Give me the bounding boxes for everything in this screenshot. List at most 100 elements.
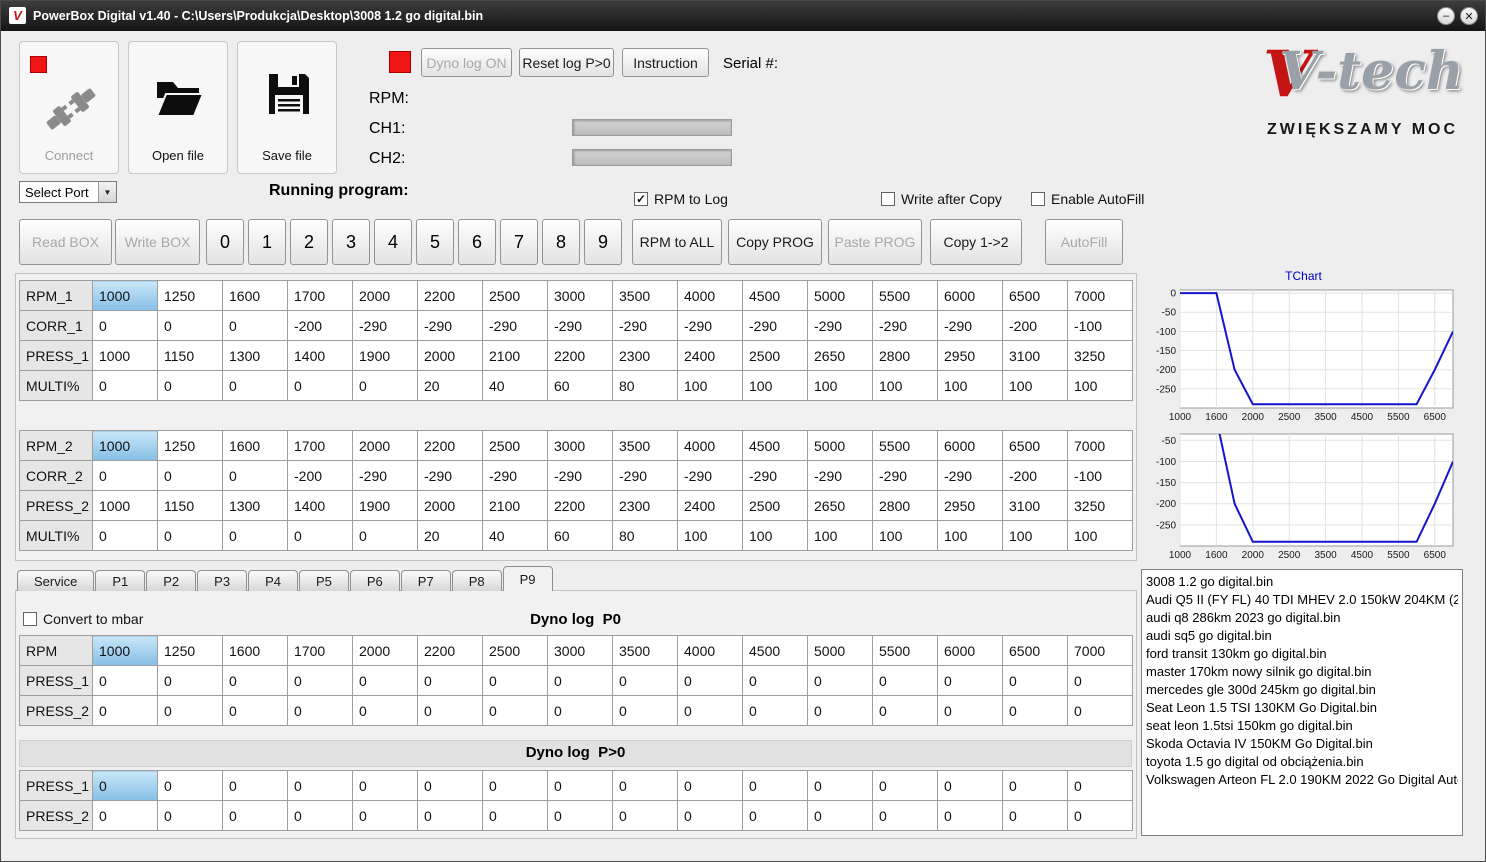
grid-cell[interactable]: 2000 (417, 490, 483, 521)
grid-cell[interactable]: 2500 (742, 490, 808, 521)
grid-cell[interactable]: 2500 (482, 280, 548, 311)
grid-cell[interactable]: -290 (807, 460, 873, 491)
grid-cell[interactable]: 0 (157, 460, 223, 491)
grid-cell[interactable]: 0 (157, 800, 223, 831)
grid-cell[interactable]: 20 (417, 370, 483, 401)
grid-cell[interactable]: 20 (417, 520, 483, 551)
grid-cell[interactable]: 0 (352, 520, 418, 551)
grid-cell[interactable]: -290 (742, 310, 808, 341)
grid-cell[interactable]: 0 (742, 770, 808, 801)
instruction-button[interactable]: Instruction (622, 48, 709, 77)
grid-cell[interactable]: 1150 (157, 490, 223, 521)
grid-cell[interactable]: -290 (352, 310, 418, 341)
autofill-button[interactable]: AutoFill (1045, 219, 1123, 265)
enable-autofill-checkbox[interactable]: Enable AutoFill (1031, 191, 1144, 207)
grid-cell[interactable]: 0 (92, 310, 158, 341)
digit-5-button[interactable]: 5 (416, 219, 454, 265)
grid-cell[interactable]: -290 (612, 460, 678, 491)
grid-cell[interactable]: 3500 (612, 635, 678, 666)
grid-cell[interactable]: -100 (1067, 460, 1133, 491)
grid-cell[interactable]: 3250 (1067, 490, 1133, 521)
grid-cell[interactable]: 0 (1002, 770, 1068, 801)
grid-cell[interactable]: 5000 (807, 635, 873, 666)
grid-cell[interactable]: -290 (677, 460, 743, 491)
grid-cell[interactable]: 100 (872, 520, 938, 551)
grid-cell[interactable]: -290 (872, 310, 938, 341)
grid-cell[interactable]: 2800 (872, 490, 938, 521)
grid-cell[interactable]: 2200 (547, 340, 613, 371)
grid-cell[interactable]: 1250 (157, 430, 223, 461)
grid-cell[interactable]: 0 (352, 695, 418, 726)
grid-cell[interactable]: 2200 (547, 490, 613, 521)
grid-cell[interactable]: 100 (807, 370, 873, 401)
grid-cell[interactable]: 1000 (92, 490, 158, 521)
grid-cell[interactable]: 0 (417, 695, 483, 726)
grid-cell[interactable]: 0 (352, 800, 418, 831)
grid-cell[interactable]: 0 (547, 800, 613, 831)
grid-cell[interactable]: 40 (482, 370, 548, 401)
grid-cell[interactable]: 0 (807, 800, 873, 831)
grid-cell[interactable]: 1900 (352, 340, 418, 371)
digit-7-button[interactable]: 7 (500, 219, 538, 265)
grid-cell[interactable]: 0 (222, 665, 288, 696)
grid-cell[interactable]: -290 (612, 310, 678, 341)
digit-3-button[interactable]: 3 (332, 219, 370, 265)
grid-cell[interactable]: 0 (92, 800, 158, 831)
grid-cell[interactable]: 0 (287, 520, 353, 551)
grid-cell[interactable]: 4000 (677, 280, 743, 311)
grid-cell[interactable]: 0 (287, 665, 353, 696)
grid-cell[interactable]: 100 (807, 520, 873, 551)
grid-cell[interactable]: 60 (547, 370, 613, 401)
grid-cell[interactable]: 0 (482, 695, 548, 726)
grid-cell[interactable]: 6500 (1002, 635, 1068, 666)
save-file-button[interactable]: Save file (237, 41, 337, 174)
grid-cell[interactable]: 0 (872, 770, 938, 801)
tab-p9[interactable]: P9 (502, 566, 553, 591)
grid-cell[interactable]: 4500 (742, 635, 808, 666)
grid-cell[interactable]: 0 (547, 665, 613, 696)
grid-cell[interactable]: 0 (287, 770, 353, 801)
grid-cell[interactable]: 0 (807, 695, 873, 726)
file-list-item[interactable]: Volkswagen Arteon FL 2.0 190KM 2022 Go D… (1146, 771, 1458, 789)
grid-cell[interactable]: 100 (1067, 520, 1133, 551)
grid-cell[interactable]: 2950 (937, 340, 1003, 371)
grid-cell[interactable]: 2200 (417, 430, 483, 461)
grid-cell[interactable]: 100 (872, 370, 938, 401)
file-list-item[interactable]: 3008 1.2 go digital.bin (1146, 573, 1458, 591)
grid-cell[interactable]: 1600 (222, 430, 288, 461)
grid-cell[interactable]: 4500 (742, 280, 808, 311)
grid-cell[interactable]: 0 (1002, 800, 1068, 831)
tab-p2[interactable]: P2 (146, 570, 197, 591)
dyno-log-button[interactable]: Dyno log ON (421, 48, 512, 77)
grid-cell[interactable]: 0 (92, 695, 158, 726)
grid-cell[interactable]: -200 (1002, 460, 1068, 491)
grid-cell[interactable]: 0 (92, 665, 158, 696)
grid-cell[interactable]: 7000 (1067, 430, 1133, 461)
grid-cell[interactable]: 100 (1002, 370, 1068, 401)
grid-cell[interactable]: 3000 (547, 635, 613, 666)
digit-9-button[interactable]: 9 (584, 219, 622, 265)
grid-cell[interactable]: -290 (417, 310, 483, 341)
grid-cell[interactable]: 2650 (807, 490, 873, 521)
grid-cell[interactable]: 4000 (677, 430, 743, 461)
grid-cell[interactable]: 3500 (612, 430, 678, 461)
grid-cell[interactable]: 2000 (352, 635, 418, 666)
grid-cell[interactable]: 0 (872, 665, 938, 696)
grid-cell[interactable]: 2650 (807, 340, 873, 371)
grid-cell[interactable]: 2300 (612, 490, 678, 521)
grid-cell[interactable]: 0 (742, 800, 808, 831)
minimize-button[interactable]: – (1437, 7, 1455, 25)
grid-cell[interactable]: 0 (547, 770, 613, 801)
grid-cell[interactable]: 1250 (157, 635, 223, 666)
grid-cell[interactable]: -290 (352, 460, 418, 491)
write-after-copy-checkbox[interactable]: Write after Copy (881, 191, 1002, 207)
grid-cell[interactable]: 100 (742, 370, 808, 401)
grid-cell[interactable]: 6000 (937, 280, 1003, 311)
grid-cell[interactable]: 0 (157, 520, 223, 551)
grid-cell[interactable]: 0 (222, 520, 288, 551)
grid-cell[interactable]: 4500 (742, 430, 808, 461)
digit-0-button[interactable]: 0 (206, 219, 244, 265)
grid-cell[interactable]: -290 (937, 310, 1003, 341)
tab-p8[interactable]: P8 (451, 570, 502, 591)
tab-p6[interactable]: P6 (349, 570, 400, 591)
